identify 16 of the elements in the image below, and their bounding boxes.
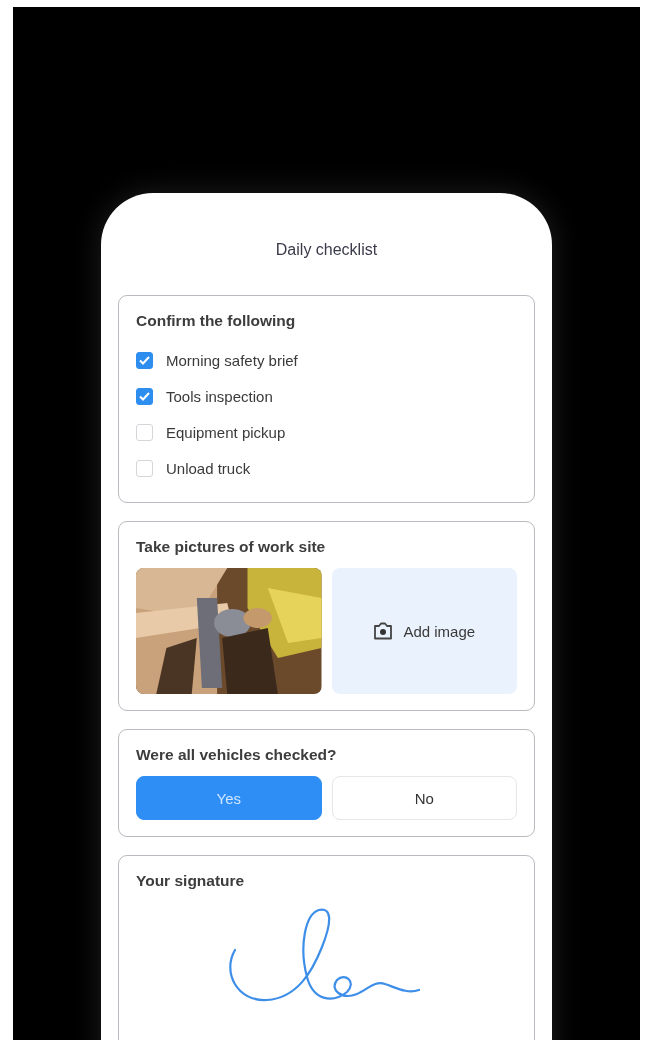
answer-button[interactable]: No: [331, 776, 517, 820]
checkbox-label: Tools inspection: [166, 387, 273, 405]
checkbox-label: Unload truck: [166, 459, 251, 477]
checkbox[interactable]: [136, 387, 153, 405]
card-title: Confirm the following: [136, 312, 296, 330]
add-image-button[interactable]: Add image: [331, 568, 517, 694]
checkmark-icon: [139, 355, 150, 365]
checkbox-label: Morning safety brief: [166, 351, 298, 369]
camera-icon: [373, 622, 394, 640]
card-title: Your signature: [136, 872, 245, 890]
checkbox[interactable]: [136, 351, 153, 369]
card-title: Take pictures of work site: [136, 538, 326, 556]
question-text: Were all vehicles checked?: [136, 746, 337, 764]
checkmark-icon: [139, 391, 150, 401]
checkbox-label: Equipment pickup: [166, 423, 286, 441]
screen-title: Daily checklist: [274, 241, 379, 259]
